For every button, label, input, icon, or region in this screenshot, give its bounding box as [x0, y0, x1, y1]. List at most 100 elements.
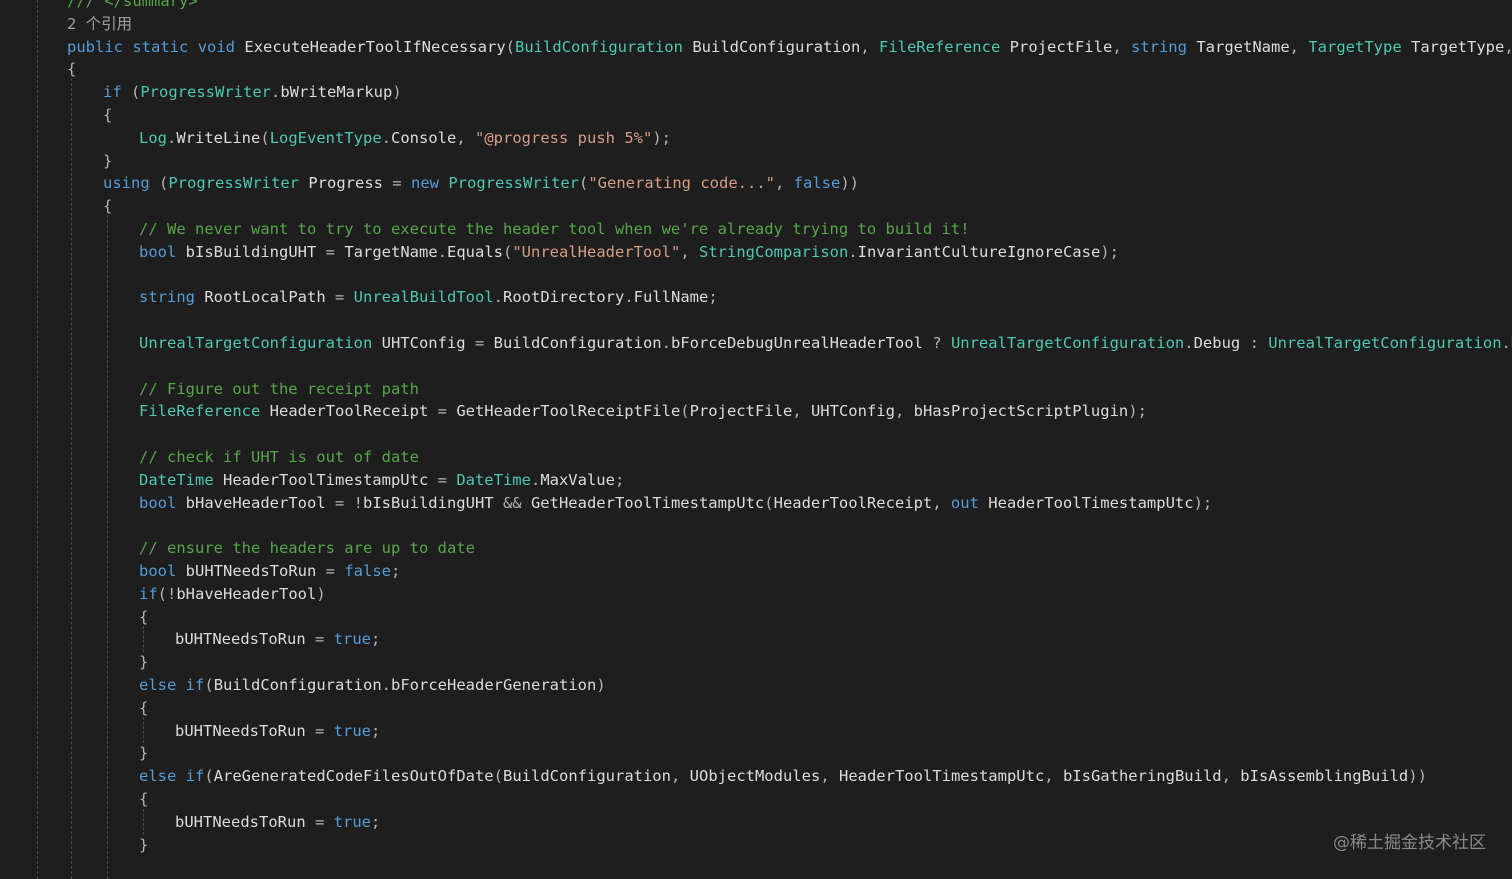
code-token-punctuation: ; [370, 721, 381, 740]
code-token-keyword: else [139, 676, 177, 694]
code-token-comment: // check if UHT is out of date [139, 448, 419, 466]
code-token-punctuation: = [305, 630, 334, 649]
code-token-identifier: UObjectModules [689, 767, 821, 786]
code-token-identifier: Console [391, 128, 457, 147]
code-line[interactable]: { [139, 788, 148, 810]
code-line[interactable]: bool bHaveHeaderTool = !bIsBuildingUHT &… [139, 492, 1212, 514]
code-token-identifier: bIsGatheringBuild [1062, 767, 1222, 786]
code-line[interactable]: } [139, 651, 148, 673]
code-line[interactable]: if (ProgressWriter.bWriteMarkup) [103, 81, 402, 103]
code-token-string-literal: "UnrealHeaderTool" [512, 242, 681, 261]
code-token-punctuation: ( [121, 83, 141, 102]
code-line[interactable]: // check if UHT is out of date [139, 446, 419, 468]
code-token-punctuation: , [1112, 37, 1131, 56]
code-token-identifier: MaxValue [540, 470, 615, 489]
code-token-type-name: TargetType [1308, 37, 1402, 56]
code-token-punctuation: , [894, 402, 914, 421]
code-line[interactable]: { [139, 606, 148, 628]
code-token-keyword: if [185, 767, 205, 786]
code-line[interactable]: if(!bHaveHeaderTool) [139, 583, 326, 605]
code-token-keyword: true [333, 812, 371, 831]
code-token-punctuation: ? [922, 334, 951, 352]
code-token-keyword: using [103, 174, 150, 193]
code-token-identifier: HeaderToolTimestampUtc [988, 493, 1194, 512]
code-line[interactable]: else if(BuildConfiguration.bForceHeaderG… [139, 674, 606, 696]
code-line[interactable]: using (ProgressWriter Progress = new Pro… [103, 172, 859, 194]
code-token-punctuation: , [1044, 767, 1063, 786]
code-token-punctuation: . [381, 128, 392, 147]
code-token-punctuation: ( [204, 767, 214, 786]
code-line[interactable]: // Figure out the receipt path [139, 378, 419, 400]
code-token-identifier: BuildConfiguration [493, 334, 662, 352]
code-token-punctuation [176, 562, 185, 580]
code-token-keyword: false [344, 562, 391, 580]
code-token-punctuation [176, 676, 185, 694]
code-line[interactable]: bool bIsBuildingUHT = TargetName.Equals(… [139, 241, 1119, 263]
code-line[interactable]: UnrealTargetConfiguration UHTConfig = Bu… [139, 332, 1512, 354]
code-line[interactable]: bUHTNeedsToRun = true; [175, 811, 380, 833]
indent-guide [143, 717, 144, 743]
code-token-identifier: bUHTNeedsToRun [175, 812, 306, 831]
code-line[interactable]: else if(AreGeneratedCodeFilesOutOfDate(B… [139, 765, 1427, 787]
code-line[interactable]: // ensure the headers are up to date [139, 537, 475, 559]
code-token-punctuation: . [848, 242, 858, 261]
code-line[interactable]: } [139, 742, 148, 764]
code-token-reference-count[interactable]: 2 个引用 [67, 15, 132, 33]
indent-guide [143, 809, 144, 835]
code-line[interactable]: /// </summary> [67, 0, 198, 12]
code-token-punctuation: . [381, 676, 392, 694]
code-token-identifier: bIsBuildingUHT [185, 242, 317, 261]
code-token-punctuation: } [139, 835, 149, 854]
code-line[interactable]: bUHTNeedsToRun = true; [175, 628, 380, 650]
code-token-punctuation: , [1289, 37, 1309, 56]
code-token-punctuation: ; [370, 630, 381, 649]
code-token-punctuation [195, 288, 204, 306]
code-token-identifier: AreGeneratedCodeFilesOutOfDate [213, 767, 494, 786]
code-token-punctuation: . [1184, 334, 1194, 352]
code-token-identifier: bUHTNeedsToRun [175, 630, 306, 649]
code-line[interactable]: FileReference HeaderToolReceipt = GetHea… [139, 400, 1147, 422]
code-line[interactable]: bUHTNeedsToRun = true; [175, 720, 380, 742]
code-line[interactable]: { [103, 195, 112, 217]
code-line[interactable]: { [139, 697, 148, 719]
code-line[interactable]: } [139, 834, 148, 856]
code-line[interactable]: DateTime HeaderToolTimestampUtc = DateTi… [139, 469, 624, 491]
code-token-punctuation [299, 174, 308, 192]
code-line[interactable]: { [67, 58, 76, 80]
code-token-punctuation: , [456, 128, 476, 147]
code-token-punctuation: ( [204, 676, 214, 694]
code-token-punctuation: ( [493, 767, 503, 786]
code-line[interactable]: Log.WriteLine(LogEventType.Console, "@pr… [139, 127, 671, 149]
code-token-punctuation [372, 334, 381, 352]
code-token-identifier: HeaderToolTimestampUtc [223, 470, 429, 489]
code-token-punctuation: ( [503, 242, 513, 261]
code-line[interactable]: public static void ExecuteHeaderToolIfNe… [67, 36, 1512, 58]
code-token-punctuation: ); [1100, 242, 1119, 261]
code-token-punctuation: . [493, 288, 503, 307]
code-editor[interactable]: /// </summary> 2 个引用 public static void Ex… [0, 0, 1512, 879]
code-token-keyword: bool [139, 242, 177, 261]
code-token-keyword: true [333, 630, 371, 649]
code-line[interactable]: 2 个引用 [67, 13, 132, 35]
code-token-type-name: ProgressWriter [448, 174, 579, 193]
code-token-comment: // We never want to try to execute the h… [139, 220, 970, 238]
code-token-keyword: new [411, 174, 439, 193]
code-line[interactable]: } [103, 150, 112, 172]
code-line[interactable]: bool bUHTNeedsToRun = false; [139, 560, 400, 582]
code-token-identifier: bIsAssemblingBuild [1240, 767, 1409, 786]
code-token-punctuation: , [932, 493, 951, 512]
code-token-string-literal: "@progress push 5%" [475, 128, 653, 147]
code-token-punctuation: ( [680, 402, 690, 421]
code-token-punctuation: , [774, 174, 794, 193]
code-token-keyword: void [197, 37, 236, 56]
code-token-punctuation: ( [764, 493, 774, 512]
code-token-identifier: bUHTNeedsToRun [175, 721, 306, 740]
code-line[interactable]: string RootLocalPath = UnrealBuildTool.R… [139, 286, 718, 308]
code-token-type-name: ProgressWriter [168, 174, 299, 193]
code-line[interactable]: // We never want to try to execute the h… [139, 218, 970, 240]
code-token-identifier: HeaderToolTimestampUtc [838, 767, 1045, 786]
code-token-punctuation: } [139, 744, 149, 763]
code-token-identifier: ProjectFile [1009, 37, 1113, 56]
code-token-punctuation: , [680, 242, 699, 261]
code-line[interactable]: { [103, 104, 112, 126]
